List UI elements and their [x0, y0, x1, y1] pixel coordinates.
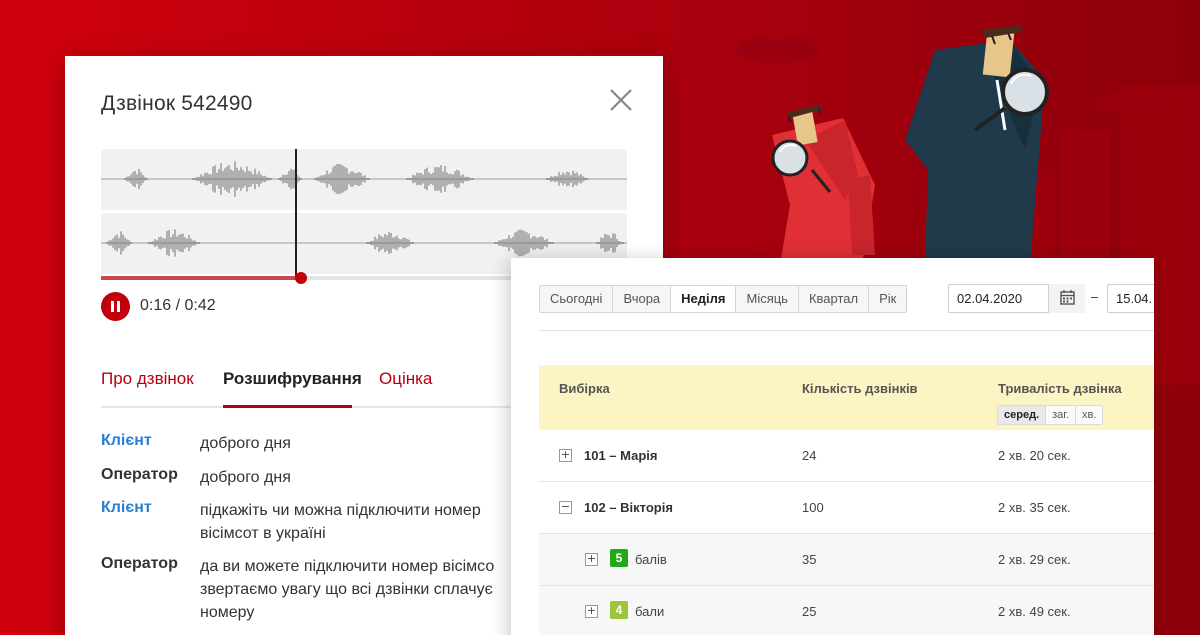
period-yesterday-button[interactable]: Вчора: [613, 286, 672, 312]
period-week-button[interactable]: Неділя: [671, 286, 737, 312]
calls-report-panel: Сьогодні Вчора Неділя Місяць Квартал Рік…: [511, 258, 1154, 635]
period-year-button[interactable]: Рік: [869, 286, 906, 312]
speaker-label: Клієнт: [101, 432, 152, 449]
score-badge: 5: [610, 549, 628, 567]
tab-rating[interactable]: Оцінка: [379, 369, 432, 389]
duration-cell: 2 хв. 29 сек.: [998, 552, 1071, 567]
waveform-channel-1: [101, 149, 627, 210]
period-selector: Сьогодні Вчора Неділя Місяць Квартал Рік: [539, 285, 908, 313]
expand-icon[interactable]: +: [585, 605, 598, 618]
speaker-label: Оператор: [101, 466, 178, 483]
detective-navy-figure: [905, 25, 1049, 265]
column-header-calls-count: Кількість дзвінків: [802, 381, 918, 396]
divider: [539, 330, 1154, 331]
close-icon[interactable]: [607, 86, 635, 114]
tab-about-call[interactable]: Про дзвінок: [101, 369, 194, 389]
playback-time: 0:16 / 0:42: [140, 297, 216, 314]
utterance-text: доброго дня: [200, 435, 291, 452]
score-label: бали: [635, 604, 665, 619]
period-today-button[interactable]: Сьогодні: [540, 286, 614, 312]
expand-icon[interactable]: +: [559, 449, 572, 462]
calls-count-cell: 35: [802, 552, 817, 567]
operator-name: 102 – Вікторія: [584, 500, 673, 515]
calls-count-cell: 24: [802, 448, 817, 463]
table-row: + 5 балів 35 2 хв. 29 сек.: [539, 534, 1154, 586]
aggregation-total-button[interactable]: заг.: [1046, 406, 1077, 424]
expand-icon[interactable]: +: [585, 553, 598, 566]
calendar-icon: [1060, 290, 1075, 305]
date-range-separator: –: [1091, 289, 1099, 304]
column-header-call-duration: Тривалість дзвінка: [998, 381, 1122, 396]
duration-aggregation-toggle: серед. заг. хв.: [997, 405, 1104, 425]
utterance-text: да ви можете підключити номер вісімсо зв…: [200, 558, 495, 621]
column-header-selection: Вибірка: [559, 381, 610, 396]
duration-cell: 2 хв. 20 сек.: [998, 448, 1071, 463]
score-badge: 4: [610, 601, 628, 619]
speaker-label: Оператор: [101, 555, 178, 572]
period-month-button[interactable]: Місяць: [736, 286, 799, 312]
operator-name: 101 – Марія: [584, 448, 658, 463]
playback-progress-fill: [101, 276, 301, 280]
table-row: − 102 – Вікторія 100 2 хв. 35 сек.: [539, 482, 1154, 534]
pause-icon: [111, 301, 114, 312]
table-row: + 4 бали 25 2 хв. 49 сек.: [539, 586, 1154, 635]
score-label: балів: [635, 552, 667, 567]
collapse-icon[interactable]: −: [559, 501, 572, 514]
utterance-text: доброго дня: [200, 469, 291, 486]
table-row: + 101 – Марія 24 2 хв. 20 сек.: [539, 430, 1154, 482]
calendar-button[interactable]: [1048, 284, 1085, 313]
calls-count-cell: 100: [802, 500, 824, 515]
tab-transcription[interactable]: Розшифрування: [223, 369, 362, 389]
pause-button[interactable]: [101, 292, 130, 321]
active-tab-indicator: [223, 405, 352, 408]
aggregation-average-button[interactable]: серед.: [998, 406, 1047, 424]
playback-progress-knob[interactable]: [294, 272, 307, 284]
detective-red-figure: [771, 104, 875, 265]
duration-cell: 2 хв. 35 сек.: [998, 500, 1071, 515]
speaker-label: Клієнт: [101, 499, 152, 516]
duration-cell: 2 хв. 49 сек.: [998, 604, 1071, 619]
utterance-text: підкажіть чи можна підключити номер вісі…: [200, 502, 481, 542]
period-quarter-button[interactable]: Квартал: [799, 286, 870, 312]
table-header: Вибірка Кількість дзвінків Тривалість дз…: [539, 365, 1154, 430]
calls-count-cell: 25: [802, 604, 817, 619]
date-to-input[interactable]: 15.04.: [1107, 284, 1154, 313]
modal-title: Дзвінок 542490: [101, 92, 253, 115]
playhead-line[interactable]: [295, 149, 297, 279]
aggregation-minutes-button[interactable]: хв.: [1076, 406, 1102, 424]
